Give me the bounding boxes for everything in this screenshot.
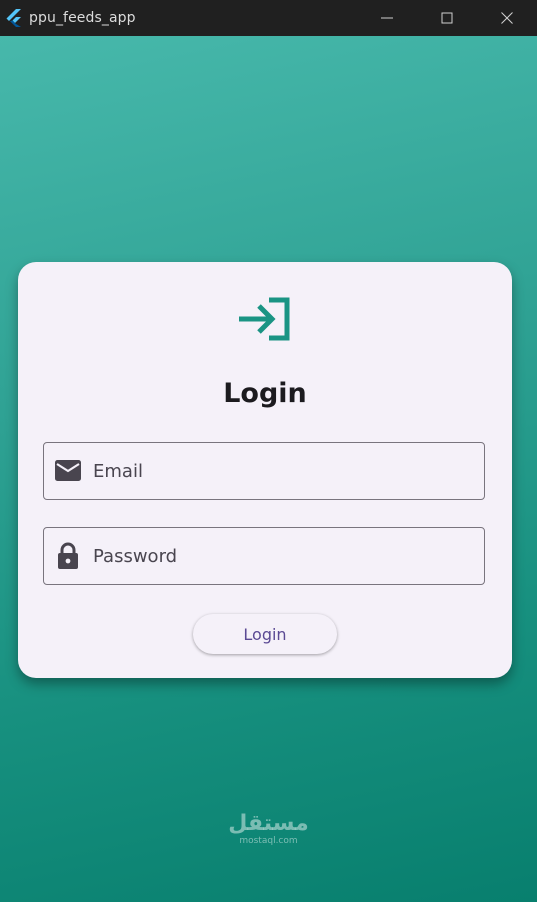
app-window: ppu_feeds_app Login Email Login مستقل mo… (0, 0, 537, 902)
minimize-button[interactable] (357, 0, 417, 36)
title-bar: ppu_feeds_app (0, 0, 537, 36)
mail-icon (55, 458, 81, 484)
login-button[interactable]: Login (193, 614, 337, 654)
lock-icon (55, 542, 81, 569)
minimize-icon (381, 9, 393, 28)
watermark-arabic: مستقل (228, 811, 309, 836)
password-input[interactable] (93, 536, 484, 576)
watermark-latin: mostaql.com (239, 836, 298, 846)
watermark: مستقل mostaql.com (0, 811, 537, 847)
maximize-icon (441, 9, 453, 28)
login-card: Login Email Login (18, 262, 512, 678)
password-field[interactable] (43, 527, 485, 585)
login-title: Login (223, 378, 307, 409)
flutter-logo-icon (5, 9, 23, 27)
login-icon (237, 294, 293, 346)
close-icon (501, 9, 513, 28)
email-field[interactable] (43, 442, 485, 500)
email-input[interactable] (93, 451, 484, 491)
close-button[interactable] (477, 0, 537, 36)
window-controls (357, 0, 537, 36)
maximize-button[interactable] (417, 0, 477, 36)
window-title: ppu_feeds_app (29, 10, 136, 26)
app-body: Login Email Login مستقل mostaql.com (0, 36, 537, 902)
